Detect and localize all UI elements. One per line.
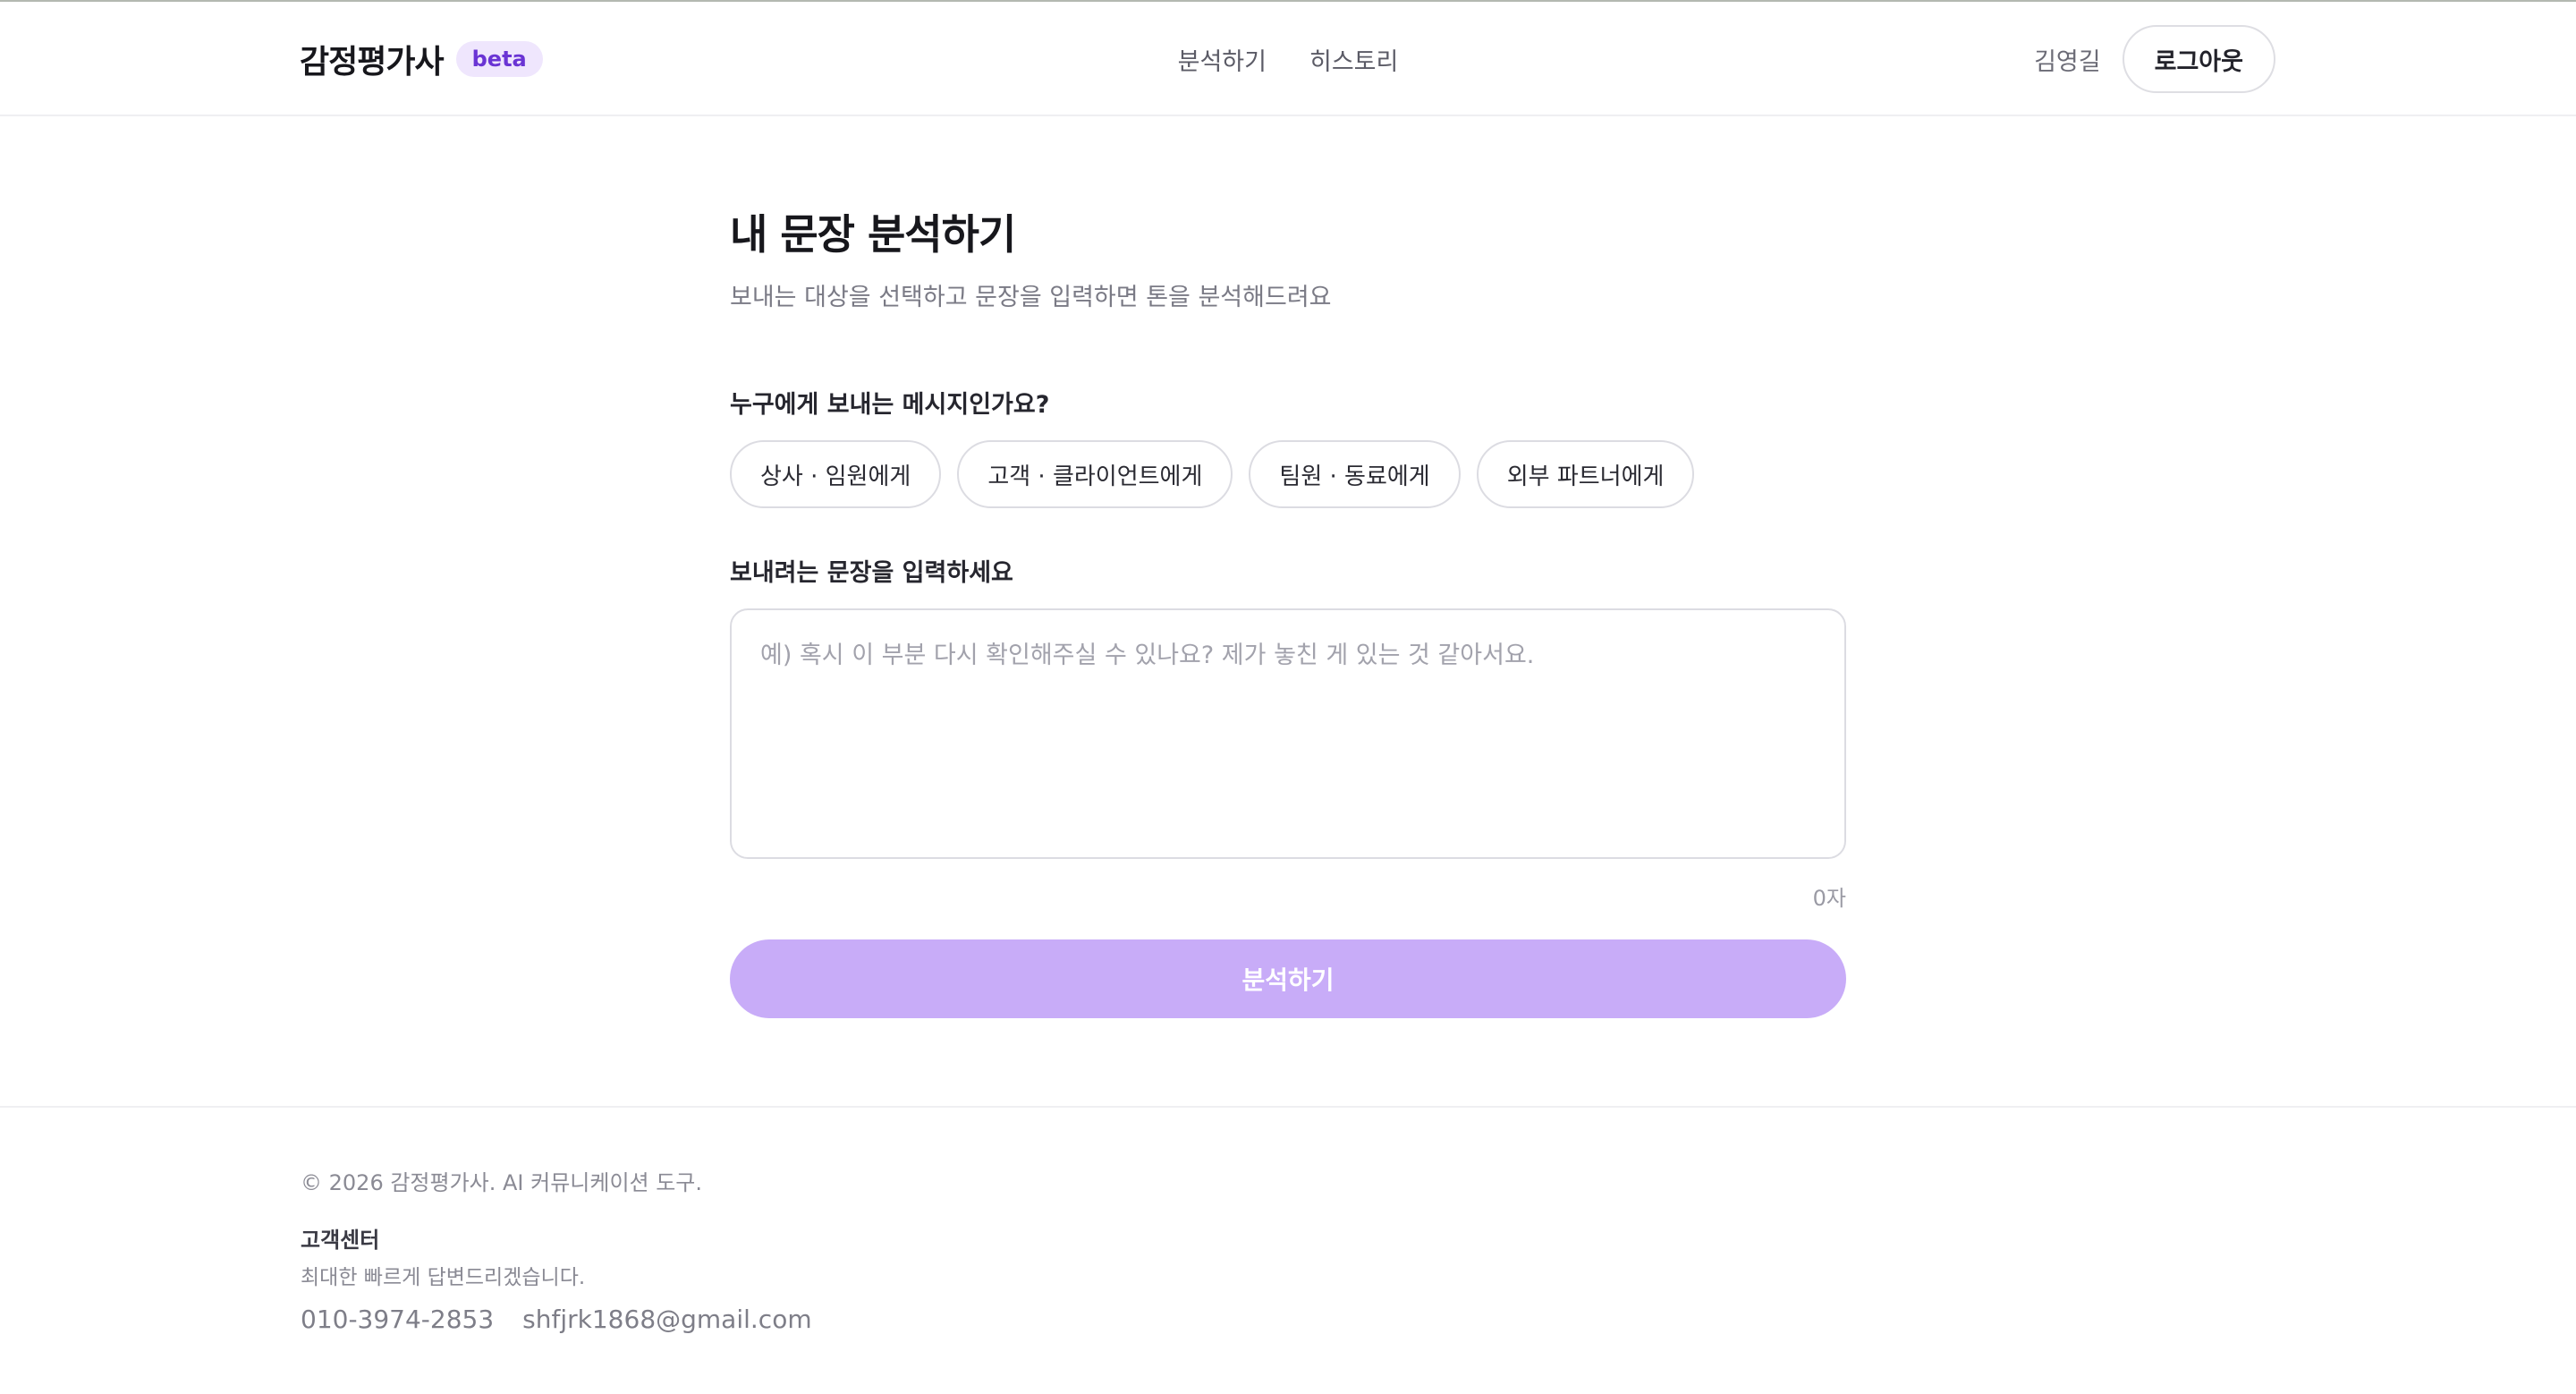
page-title: 내 문장 분석하기 (730, 210, 1016, 259)
message-input-label: 보내려는 문장을 입력하세요 (730, 559, 1013, 587)
contact-info: 010-3974-2853 shfjrk1868@gmail.com (301, 1305, 812, 1334)
user-area: 김영길 로그아웃 (2034, 2, 2275, 116)
char-counter: 0자 (1812, 886, 1846, 911)
recipient-chip-boss[interactable]: 상사 · 임원에게 (730, 440, 942, 508)
analyze-button[interactable]: 분석하기 (730, 939, 1846, 1018)
recipient-chip-client[interactable]: 고객 · 클라이언트에게 (957, 440, 1233, 508)
nav-item-history[interactable]: 히스토리 (1309, 42, 1398, 77)
header: 감정평가사 beta 분석하기 히스토리 김영길 로그아웃 (0, 2, 2576, 116)
recipient-chip-colleague[interactable]: 팀원 · 동료에게 (1249, 440, 1461, 508)
page-subtitle: 보내는 대상을 선택하고 문장을 입력하면 톤을 분석해드려요 (730, 284, 1332, 311)
user-name: 김영길 (2034, 47, 2101, 76)
message-input[interactable] (730, 608, 1846, 859)
customer-center-desc: 최대한 빠르게 답변드리겠습니다. (301, 1266, 586, 1289)
brand-name[interactable]: 감정평가사 (300, 36, 445, 82)
contact-phone[interactable]: 010-3974-2853 (301, 1305, 494, 1334)
logout-button[interactable]: 로그아웃 (2122, 25, 2275, 93)
footer: © 2026 감정평가사. AI 커뮤니케이션 도구. 고객센터 최대한 빠르게… (0, 1106, 2576, 1394)
nav-item-analyze[interactable]: 분석하기 (1178, 42, 1267, 77)
brand[interactable]: 감정평가사 beta (300, 2, 543, 116)
contact-email[interactable]: shfjrk1868@gmail.com (522, 1305, 811, 1334)
copyright: © 2026 감정평가사. AI 커뮤니케이션 도구. (301, 1170, 703, 1195)
beta-badge: beta (455, 41, 543, 77)
customer-center-title: 고객센터 (301, 1228, 380, 1253)
recipient-options: 상사 · 임원에게 고객 · 클라이언트에게 팀원 · 동료에게 외부 파트너에… (730, 440, 1695, 508)
recipient-chip-partner[interactable]: 외부 파트너에게 (1476, 440, 1695, 508)
nav-items: 분석하기 히스토리 (1178, 42, 1399, 77)
recipient-label: 누구에게 보내는 메시지인가요? (730, 391, 1050, 419)
